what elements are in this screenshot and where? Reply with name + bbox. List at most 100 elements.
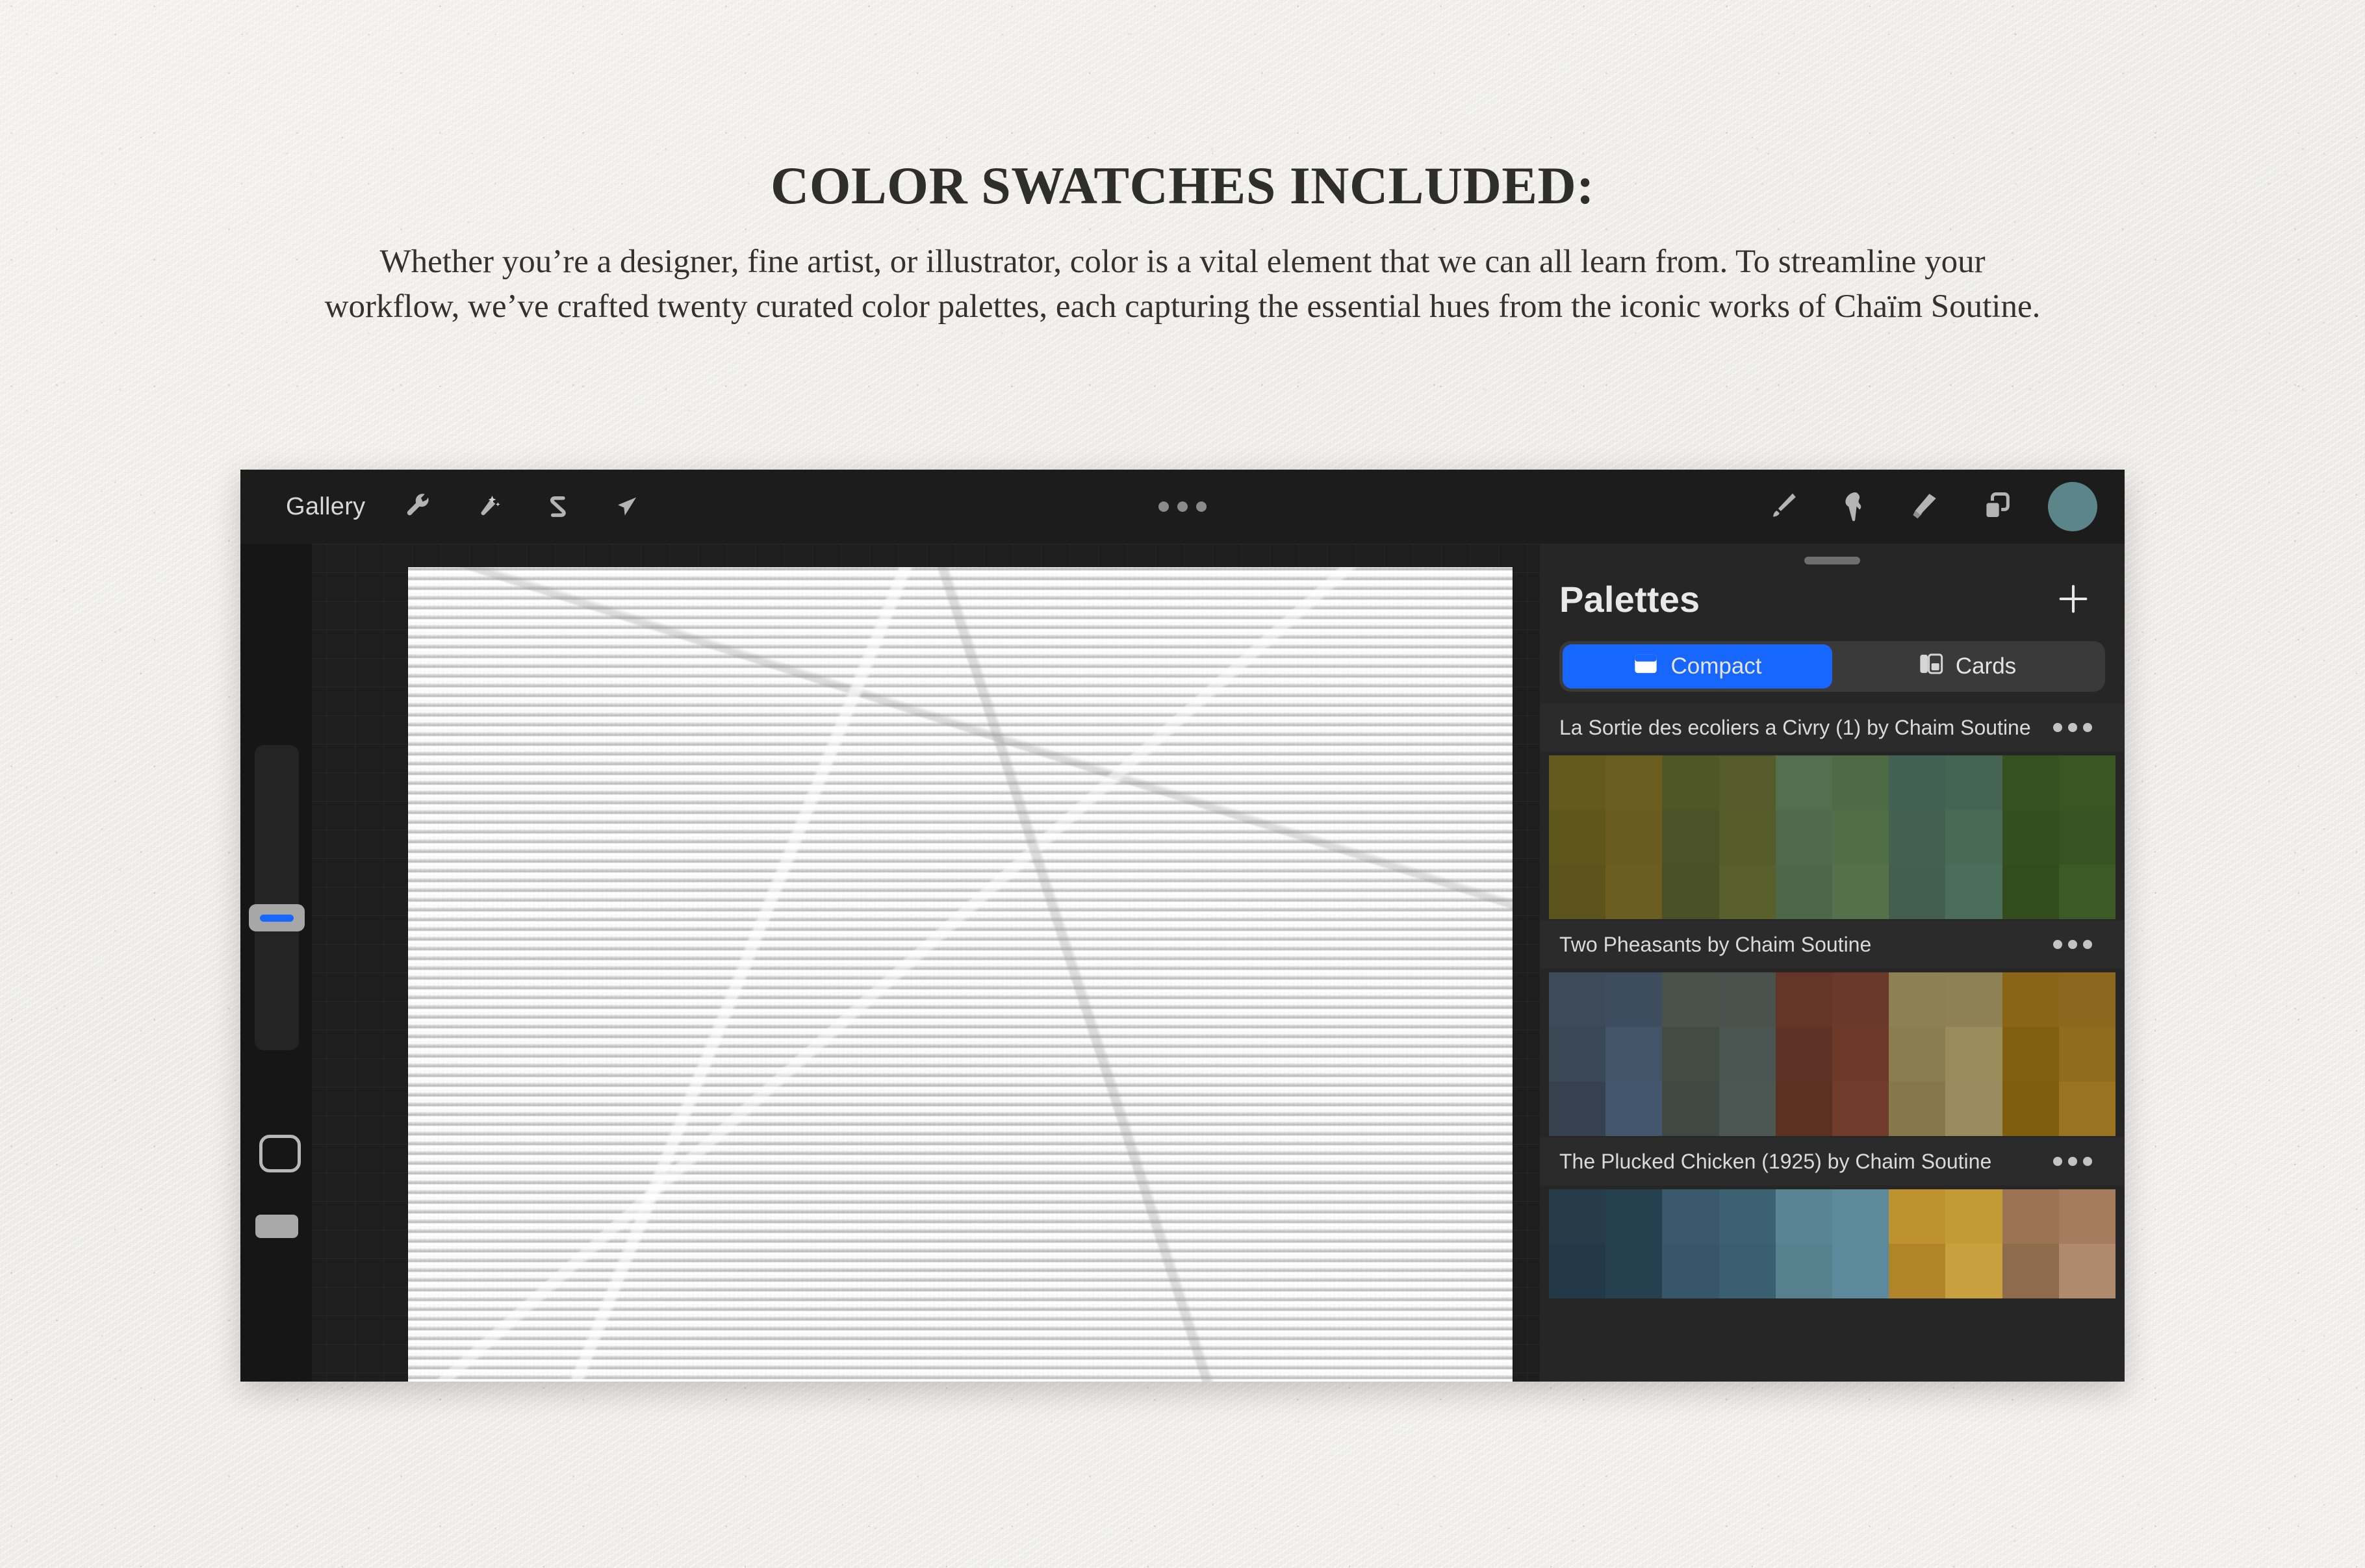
color-swatch[interactable]: [1832, 865, 1889, 919]
color-swatch[interactable]: [1775, 755, 1832, 810]
color-swatch[interactable]: [2058, 755, 2116, 810]
brush-size-slider-handle[interactable]: [249, 904, 305, 931]
color-swatch[interactable]: [1945, 972, 2002, 1027]
color-swatch[interactable]: [2002, 755, 2059, 810]
color-swatch[interactable]: [2058, 1189, 2116, 1244]
color-swatch[interactable]: [1662, 1081, 1719, 1136]
palette-options-button[interactable]: [2051, 931, 2095, 958]
color-swatch[interactable]: [1832, 755, 1889, 810]
color-swatch[interactable]: [1719, 1081, 1776, 1136]
transform-arrow-icon[interactable]: [596, 481, 660, 533]
color-swatch[interactable]: [1832, 1027, 1889, 1081]
color-swatch[interactable]: [2058, 1027, 2116, 1081]
color-swatch[interactable]: [1549, 1081, 1606, 1136]
color-swatch[interactable]: [1549, 810, 1606, 865]
color-swatch[interactable]: [1945, 1027, 2002, 1081]
color-swatch[interactable]: [2002, 1189, 2059, 1244]
color-swatch[interactable]: [1945, 810, 2002, 865]
color-swatch[interactable]: [1605, 1244, 1663, 1298]
color-swatch[interactable]: [2058, 972, 2116, 1027]
eraser-icon[interactable]: [1893, 481, 1957, 533]
opacity-slider-handle[interactable]: [255, 1215, 298, 1238]
color-swatch[interactable]: [1889, 972, 1946, 1027]
color-swatch[interactable]: [1889, 1244, 1946, 1298]
color-swatch[interactable]: [2002, 972, 2059, 1027]
color-swatch[interactable]: [1889, 865, 1946, 919]
color-swatch[interactable]: [2002, 1244, 2059, 1298]
color-swatch[interactable]: [1832, 1189, 1889, 1244]
paintbrush-icon[interactable]: [1750, 481, 1814, 533]
color-swatch[interactable]: [2058, 810, 2116, 865]
color-swatch[interactable]: [1832, 810, 1889, 865]
color-swatch[interactable]: [1549, 1027, 1606, 1081]
selection-icon[interactable]: [526, 481, 590, 533]
color-swatch[interactable]: [1832, 972, 1889, 1027]
smudge-icon[interactable]: [1822, 481, 1886, 533]
color-swatch[interactable]: [1605, 1081, 1663, 1136]
color-swatch[interactable]: [1889, 755, 1946, 810]
color-swatch[interactable]: [2002, 1081, 2059, 1136]
color-swatch[interactable]: [2058, 1081, 2116, 1136]
color-swatch[interactable]: [1662, 1244, 1719, 1298]
color-swatch[interactable]: [1775, 1244, 1832, 1298]
color-swatch[interactable]: [1719, 865, 1776, 919]
color-swatch[interactable]: [1719, 972, 1776, 1027]
canvas-menu-dots[interactable]: [1158, 501, 1207, 512]
magic-wand-icon[interactable]: [456, 481, 520, 533]
gallery-button[interactable]: Gallery: [272, 487, 379, 527]
color-swatch[interactable]: [1775, 1081, 1832, 1136]
color-swatch[interactable]: [1775, 1027, 1832, 1081]
color-swatch[interactable]: [1945, 1189, 2002, 1244]
tab-cards-view[interactable]: Cards: [1832, 644, 2102, 689]
color-swatch[interactable]: [1662, 1027, 1719, 1081]
wrench-icon[interactable]: [386, 481, 450, 533]
color-swatch[interactable]: [1889, 810, 1946, 865]
color-swatch[interactable]: [2002, 1027, 2059, 1081]
panel-drag-handle[interactable]: [1804, 557, 1860, 564]
color-swatch[interactable]: [1549, 1244, 1606, 1298]
color-swatch[interactable]: [1889, 1081, 1946, 1136]
color-swatch[interactable]: [1832, 1244, 1889, 1298]
color-swatch[interactable]: [2058, 865, 2116, 919]
color-swatch-button[interactable]: [2048, 482, 2097, 531]
color-swatch[interactable]: [2058, 1244, 2116, 1298]
palette-options-button[interactable]: [2051, 1148, 2095, 1175]
color-swatch[interactable]: [1719, 810, 1776, 865]
tab-compact-view[interactable]: Compact: [1563, 644, 1832, 689]
color-swatch[interactable]: [1605, 1189, 1663, 1244]
color-swatch[interactable]: [1945, 865, 2002, 919]
color-swatch[interactable]: [1662, 1189, 1719, 1244]
color-swatch[interactable]: [1889, 1027, 1946, 1081]
color-swatch[interactable]: [1719, 1244, 1776, 1298]
color-swatch[interactable]: [1549, 865, 1606, 919]
color-swatch[interactable]: [1662, 810, 1719, 865]
layers-icon[interactable]: [1965, 481, 2028, 533]
color-swatch[interactable]: [1549, 972, 1606, 1027]
color-swatch[interactable]: [1662, 865, 1719, 919]
color-swatch[interactable]: [1719, 755, 1776, 810]
color-swatch[interactable]: [1719, 1189, 1776, 1244]
color-swatch[interactable]: [1605, 1027, 1663, 1081]
painting-canvas[interactable]: [408, 567, 1513, 1382]
color-swatch[interactable]: [1775, 865, 1832, 919]
color-swatch[interactable]: [1605, 755, 1663, 810]
palette-options-button[interactable]: [2051, 714, 2095, 741]
color-swatch[interactable]: [1719, 1027, 1776, 1081]
color-swatch[interactable]: [2002, 810, 2059, 865]
color-swatch[interactable]: [2002, 865, 2059, 919]
brush-size-slider-track[interactable]: [255, 745, 299, 1050]
color-swatch[interactable]: [1775, 972, 1832, 1027]
color-swatch[interactable]: [1605, 865, 1663, 919]
color-swatch[interactable]: [1662, 972, 1719, 1027]
color-swatch[interactable]: [1945, 1244, 2002, 1298]
color-swatch[interactable]: [1775, 810, 1832, 865]
add-palette-button[interactable]: [2051, 576, 2096, 622]
color-swatch[interactable]: [1549, 1189, 1606, 1244]
color-swatch[interactable]: [1549, 755, 1606, 810]
color-swatch[interactable]: [1775, 1189, 1832, 1244]
color-swatch[interactable]: [1605, 810, 1663, 865]
color-swatch[interactable]: [1832, 1081, 1889, 1136]
color-swatch[interactable]: [1605, 972, 1663, 1027]
color-swatch[interactable]: [1945, 755, 2002, 810]
modify-button[interactable]: [259, 1135, 301, 1172]
